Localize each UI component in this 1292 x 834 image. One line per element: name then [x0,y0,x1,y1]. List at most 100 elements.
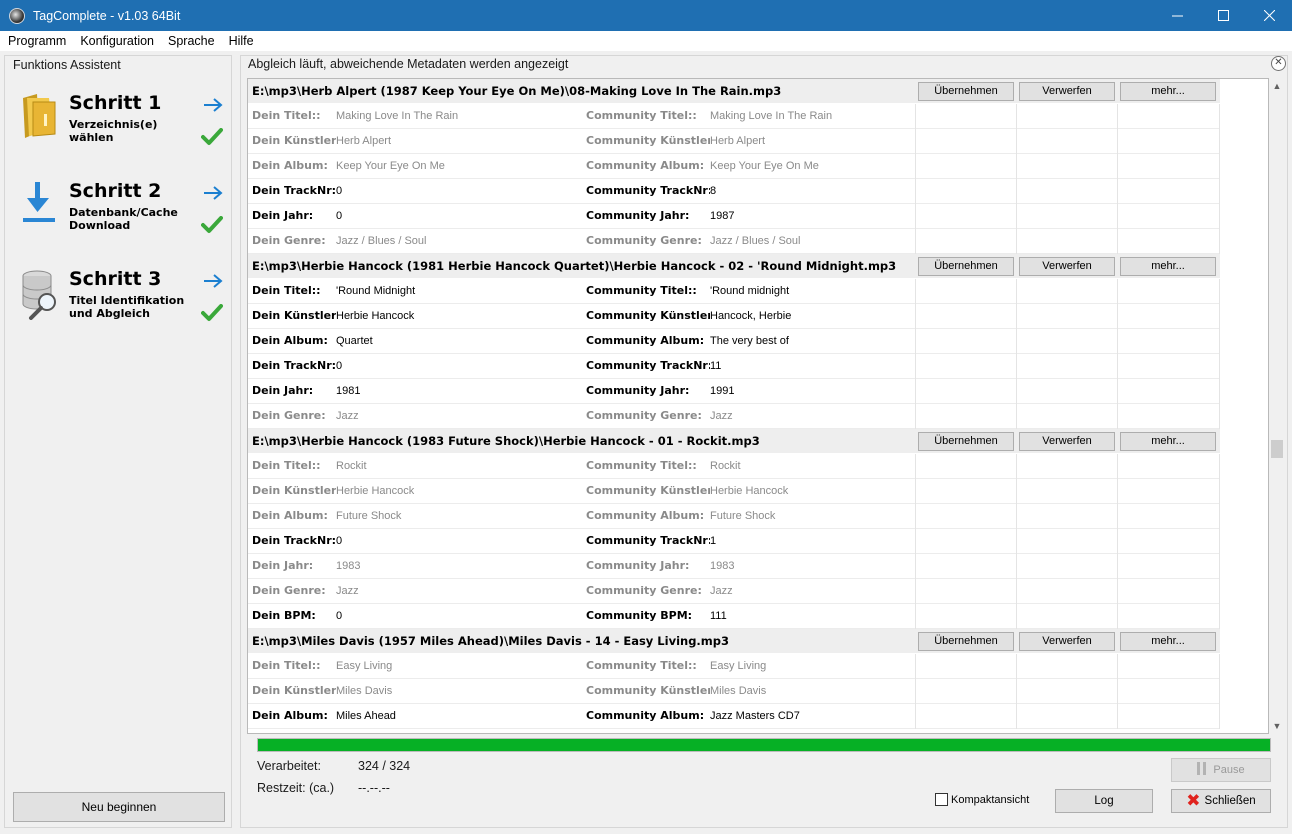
file-path: E:\mp3\Herb Alpert (1987 Keep Your Eye O… [252,84,782,98]
own-field-label: Dein Künstler: [252,309,336,322]
discard-button[interactable]: Verwerfen [1019,257,1115,276]
column-divider [915,654,916,679]
column-divider [1117,654,1118,679]
menu-konfiguration[interactable]: Konfiguration [73,34,161,48]
column-divider [1016,279,1017,304]
file-header-row: E:\mp3\Miles Davis (1957 Miles Ahead)\Mi… [248,629,1220,654]
restart-button[interactable]: Neu beginnen [13,792,225,822]
results-list[interactable]: E:\mp3\Herb Alpert (1987 Keep Your Eye O… [247,78,1269,734]
file-header-row: E:\mp3\Herbie Hancock (1981 Herbie Hanco… [248,254,1220,279]
minimize-icon[interactable] [1154,0,1200,31]
column-divider [1016,179,1017,204]
column-divider [1016,404,1017,429]
download-icon [19,180,67,236]
file-path: E:\mp3\Herbie Hancock (1983 Future Shock… [252,434,760,448]
step-1[interactable]: Schritt 1 Verzeichnis(e) wählen [19,92,229,170]
column-divider [1117,454,1118,479]
discard-button[interactable]: Verwerfen [1019,82,1115,101]
menu-sprache[interactable]: Sprache [161,34,222,48]
column-divider [1117,579,1118,604]
own-field-value: 0 [336,535,343,547]
scroll-thumb[interactable] [1271,440,1283,458]
column-divider [1117,229,1118,254]
more-button[interactable]: mehr... [1120,432,1216,451]
scroll-up-icon[interactable]: ▲ [1270,78,1284,94]
apply-button[interactable]: Übernehmen [918,82,1014,101]
tag-row: Dein Genre: Jazz Community Genre: Jazz [248,579,1220,604]
column-divider [1219,579,1220,604]
discard-button[interactable]: Verwerfen [1019,632,1115,651]
community-field-value: 11 [710,360,722,372]
more-button[interactable]: mehr... [1120,82,1216,101]
column-divider [1016,354,1017,379]
own-field-value: 0 [336,210,343,222]
progress-fill [258,739,1270,751]
own-field-label: Dein Album: [252,709,328,722]
own-field-value: Herbie Hancock [336,310,415,322]
tag-row: Dein Album: Keep Your Eye On Me Community … [248,154,1220,179]
own-field-value: Future Shock [336,510,402,522]
own-field-label: Dein BPM: [252,609,316,622]
community-field-value: Herbie Hancock [710,485,789,497]
title-bar: TagComplete - v1.03 64Bit [0,0,1292,31]
menu-programm[interactable]: Programm [0,34,73,48]
column-divider [1117,329,1118,354]
tag-row: Dein Jahr: 1983 Community Jahr: 1983 [248,554,1220,579]
column-divider [915,529,916,554]
own-field-value: 1983 [336,560,361,572]
tag-row: Dein TrackNr: 0 Community TrackNr: 1 [248,529,1220,554]
more-button[interactable]: mehr... [1120,257,1216,276]
close-window-icon[interactable] [1246,0,1292,31]
community-field-label: Community Künstler: [586,134,710,147]
column-divider [1219,354,1220,379]
own-field-value: 0 [336,610,343,622]
column-divider [915,379,916,404]
own-field-value: Herbie Hancock [336,485,415,497]
own-field-label: Dein Jahr: [252,209,314,222]
column-divider [915,554,916,579]
processed-label: Verarbeitet: [257,759,321,773]
own-field-label: Dein Genre: [252,409,326,422]
apply-button[interactable]: Übernehmen [918,432,1014,451]
community-field-value: Jazz [710,410,733,422]
arrow-right-icon [203,268,223,294]
community-field-label: Community BPM: [586,609,693,622]
close-button[interactable]: ✖ Schließen [1171,789,1271,813]
discard-button[interactable]: Verwerfen [1019,432,1115,451]
column-divider [1117,704,1118,729]
own-field-value: Making Love In The Rain [336,110,459,122]
column-divider [1016,579,1017,604]
step-2[interactable]: Schritt 2 Datenbank/Cache Download [19,180,229,258]
column-divider [915,604,916,629]
column-divider [915,329,916,354]
pause-button[interactable]: Pause [1171,758,1271,782]
own-field-value: 0 [336,185,343,197]
apply-button[interactable]: Übernehmen [918,632,1014,651]
tag-row: Dein Album: Future Shock Community Album: F… [248,504,1220,529]
step-2-title: Schritt 2 [69,180,162,202]
tag-row: Dein TrackNr: 0 Community TrackNr: 8 [248,179,1220,204]
compact-view-checkbox[interactable] [935,793,948,806]
column-divider [1219,304,1220,329]
maximize-icon[interactable] [1200,0,1246,31]
more-button[interactable]: mehr... [1120,632,1216,651]
own-field-value: Miles Davis [336,685,393,697]
own-field-label: Dein Jahr: [252,384,314,397]
column-divider [1117,529,1118,554]
apply-button[interactable]: Übernehmen [918,257,1014,276]
log-button[interactable]: Log [1055,789,1153,813]
step-3[interactable]: Schritt 3 Titel Identifikation und Abglei… [19,268,229,346]
own-field-value: 1981 [336,385,361,397]
scroll-down-icon[interactable]: ▼ [1270,718,1284,734]
community-field-value: 1 [710,535,717,547]
own-field-label: Dein Genre: [252,234,326,247]
community-field-value: Easy Living [710,660,767,672]
tag-row: Dein Titel:: Making Love In The Rain Commu… [248,104,1220,129]
vertical-scrollbar[interactable]: ▲ ▼ [1270,78,1284,734]
own-field-label: Dein Künstler: [252,684,336,697]
community-field-value: Herb Alpert [710,135,766,147]
close-circle-icon[interactable]: ✕ [1271,56,1286,71]
column-divider [1016,104,1017,129]
menu-hilfe[interactable]: Hilfe [222,34,261,48]
compact-view-toggle[interactable]: Kompaktansicht [935,793,1029,806]
